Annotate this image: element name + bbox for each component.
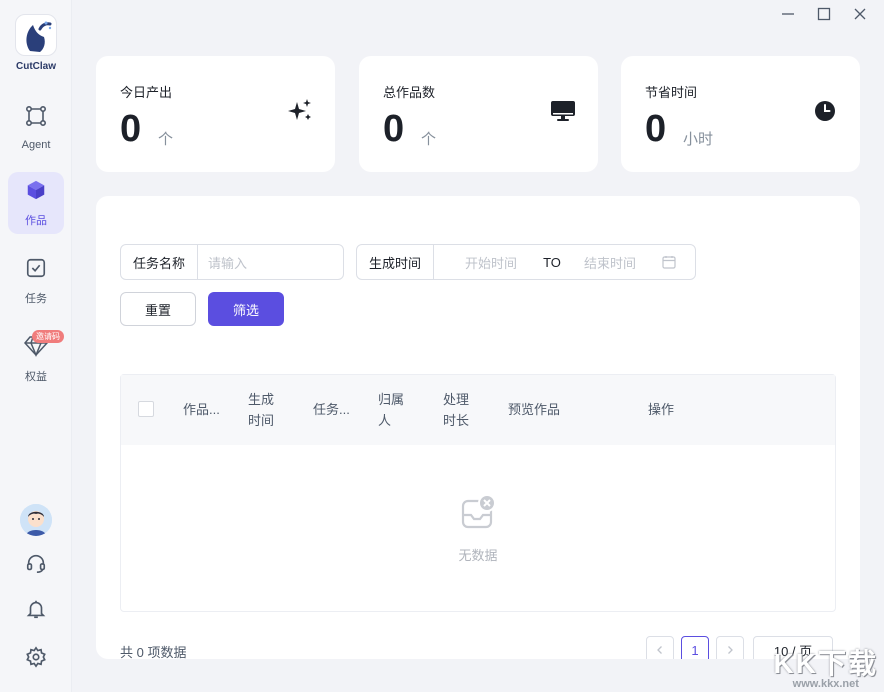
- reset-button[interactable]: 重置: [120, 292, 196, 326]
- maximize-button[interactable]: [814, 6, 834, 26]
- agent-nodes-icon: [24, 104, 48, 133]
- works-table: 作品... 生成 时间 任务... 归属人 处理 时长 预览作品 操作 无数据: [120, 374, 836, 612]
- sidebar-item-works[interactable]: 作品: [8, 172, 64, 234]
- settings-button[interactable]: [0, 646, 72, 673]
- app-name: CutClaw: [16, 61, 56, 72]
- minimize-button[interactable]: [778, 6, 798, 26]
- prev-page-button[interactable]: [646, 636, 674, 659]
- calendar-icon[interactable]: [648, 245, 676, 279]
- chevron-left-icon: [655, 643, 665, 658]
- range-separator: TO: [543, 254, 561, 270]
- sidebar-item-benefits[interactable]: 邀请码 权益: [8, 328, 64, 390]
- stat-unit: 小时: [683, 131, 714, 148]
- watermark: KK下载 www.kkx.net: [774, 642, 878, 690]
- generate-time-filter: 生成时间 开始时间 TO 结束时间: [356, 244, 696, 280]
- sparkles-icon: [287, 98, 313, 124]
- bell-icon: [25, 598, 47, 625]
- filter-button[interactable]: 筛选: [208, 292, 284, 326]
- stat-title: 节省时间: [645, 85, 698, 100]
- sidebar-item-label: Agent: [21, 138, 51, 151]
- stat-unit: 个: [421, 131, 437, 148]
- empty-inbox-icon: [459, 493, 499, 533]
- task-check-icon: [25, 257, 47, 284]
- monitor-icon: [550, 98, 576, 124]
- stat-value: 0: [383, 108, 405, 150]
- end-time-input[interactable]: 结束时间: [566, 245, 648, 279]
- maximize-icon: [817, 7, 831, 26]
- close-button[interactable]: [850, 6, 870, 26]
- close-icon: [853, 7, 867, 26]
- app-logo: [15, 14, 57, 56]
- gear-icon: [25, 646, 47, 673]
- stat-title: 今日产出: [120, 85, 173, 100]
- notifications-button[interactable]: [0, 598, 72, 625]
- generate-time-label: 生成时间: [357, 245, 435, 279]
- clock-icon: [812, 98, 838, 124]
- stat-unit: 个: [158, 131, 174, 148]
- next-page-button[interactable]: [716, 636, 744, 659]
- column-header-owner: 归属人: [378, 392, 405, 428]
- sidebar-item-label: 权益: [25, 370, 47, 383]
- column-header-work-name: 作品...: [183, 402, 220, 417]
- works-panel: 任务名称 请输入 生成时间 开始时间 TO 结束时间 重置 筛选 作品... 生…: [96, 196, 860, 659]
- stat-value: 0: [645, 108, 667, 150]
- column-header-duration: 处理 时长: [443, 392, 470, 428]
- stat-value: 0: [120, 108, 142, 150]
- stat-title: 总作品数: [383, 85, 436, 100]
- column-header-actions: 操作: [648, 402, 675, 417]
- task-name-label: 任务名称: [121, 245, 199, 279]
- column-header-generate-time: 生成 时间: [248, 392, 275, 428]
- chevron-right-icon: [725, 643, 735, 658]
- avatar: [20, 504, 52, 536]
- sidebar-item-agent[interactable]: Agent: [8, 96, 64, 158]
- cube-icon: [25, 179, 47, 206]
- table-header: 作品... 生成 时间 任务... 归属人 处理 时长 预览作品 操作: [121, 375, 835, 445]
- task-name-filter: 任务名称 请输入: [120, 244, 344, 280]
- stat-card-total-works: 总作品数 0 个: [359, 56, 598, 172]
- stat-card-time-saved: 节省时间 0 小时: [621, 56, 860, 172]
- sidebar-item-label: 任务: [25, 292, 47, 305]
- empty-state-text: 无数据: [458, 548, 498, 563]
- sidebar: CutClaw Agent 作品 任务 邀请码 权益: [0, 0, 72, 692]
- start-time-input[interactable]: 开始时间: [434, 245, 538, 279]
- column-header-task-name: 任务...: [313, 402, 350, 417]
- watermark-logo-text: KK下载: [773, 648, 878, 679]
- column-header-preview: 预览作品: [508, 402, 561, 417]
- sidebar-item-tasks[interactable]: 任务: [8, 250, 64, 312]
- select-all-checkbox[interactable]: [138, 401, 154, 417]
- support-button[interactable]: [0, 552, 72, 579]
- user-avatar-button[interactable]: [0, 504, 72, 536]
- page-button-current[interactable]: 1: [681, 636, 709, 659]
- sidebar-item-label: 作品: [25, 214, 47, 227]
- invite-code-badge: 邀请码: [32, 330, 64, 343]
- minimize-icon: [781, 7, 795, 26]
- task-name-input[interactable]: 请输入: [198, 245, 338, 279]
- stat-card-today-output: 今日产出 0 个: [96, 56, 335, 172]
- headset-icon: [25, 552, 47, 579]
- total-count: 共 0 项数据: [120, 645, 187, 659]
